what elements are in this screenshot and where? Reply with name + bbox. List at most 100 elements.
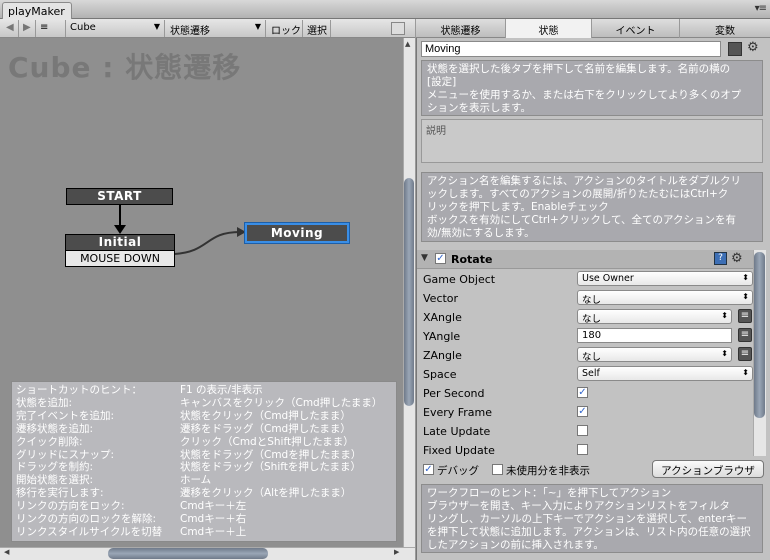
property-label: Per Second: [423, 387, 485, 400]
shortcut-hint-row: 状態を追加: キャンバスをクリック（Cmd押したまま）: [16, 397, 392, 410]
help-line: メニューを使用するか、または右下をクリックしてより多くのオプ: [427, 89, 742, 101]
property-dropdown[interactable]: Self ⬍: [577, 366, 753, 381]
select-button[interactable]: 選択: [303, 20, 331, 37]
state-name-field[interactable]: [421, 41, 721, 57]
property-label: Space: [423, 368, 457, 381]
graph-canvas[interactable]: Cube : 状態遷移 START Initial MOUSE DOWN Mov…: [0, 38, 403, 547]
shortcut-action: ドラッグを制約:: [16, 461, 94, 474]
scroll-left-arrow-icon[interactable]: ◀: [4, 548, 9, 556]
canvas-vertical-scroll-thumb[interactable]: [404, 178, 414, 406]
debug-checkbox[interactable]: ✓: [423, 464, 434, 475]
dropdown-arrows-icon: ⬍: [721, 311, 728, 320]
state-node-initial[interactable]: Initial: [65, 234, 175, 251]
tab-fsm[interactable]: 状態遷移: [416, 19, 506, 38]
shortcut-action: リンクの方向をロック:: [16, 500, 125, 513]
shortcut-action: グリッドにスナップ:: [16, 448, 115, 461]
shortcut-keys: 遷移をクリック（Altを押したまま）: [180, 487, 352, 500]
property-checkbox[interactable]: [577, 444, 588, 455]
property-label: Fixed Update: [423, 444, 495, 456]
shortcut-keys: 状態をドラッグ（Cmdを押したまま）: [180, 448, 362, 461]
state-select[interactable]: 状態遷移 ▼: [166, 20, 266, 37]
action-enabled-checkbox[interactable]: ✓: [435, 253, 446, 264]
property-checkbox[interactable]: [577, 425, 588, 436]
state-help-box: 状態を選択した後タブを押下して名前を編集します。名前の横の [設定] メニューを…: [421, 60, 763, 116]
variable-toggle-icon[interactable]: ≡: [738, 347, 752, 361]
inspector-tabs: 状態遷移 状態 イベント 変数: [416, 19, 770, 38]
arrow-head-icon: [114, 225, 126, 234]
state-color-swatch[interactable]: [728, 42, 742, 56]
shortcut-keys: 状態をクリック（Cmd押したまま）: [180, 409, 351, 422]
property-row: Per Second ✓: [423, 384, 753, 402]
window-tab[interactable]: playMaker: [2, 2, 72, 19]
action-panel: ▼ ✓ Rotate ? ⚙ Game Object Use Owner ⬍ Vect…: [417, 250, 753, 456]
hide-unused-label: 未使用分を非表示: [506, 465, 590, 477]
help-line: ボックスを有効にしてCtrl+クリックして、全てのアクションを有: [427, 214, 736, 226]
hamburger-menu-icon[interactable]: ≡: [36, 20, 66, 37]
scroll-up-arrow-icon[interactable]: ▲: [405, 40, 410, 48]
property-label: Game Object: [423, 273, 496, 286]
fsm-select[interactable]: Cube ▼: [66, 20, 165, 37]
help-line: 効/無効にするします。: [427, 227, 535, 239]
shortcut-hint-row: 移行を実行します: 遷移をクリック（Altを押したまま）: [16, 487, 392, 500]
action-properties: Game Object Use Owner ⬍ Vector なし ⬍ XAngle なし ⬍ ≡…: [417, 269, 753, 456]
action-title[interactable]: Rotate: [451, 253, 492, 266]
property-row: YAngle 180 ≡: [423, 327, 753, 345]
property-label: Late Update: [423, 425, 491, 438]
window-menu-icon[interactable]: ▾≡: [755, 3, 767, 14]
state-select-value: 状態遷移: [170, 26, 210, 37]
back-button[interactable]: ◀: [2, 20, 19, 37]
variable-toggle-icon[interactable]: ≡: [738, 328, 752, 342]
shortcut-hint-row: ショートカットのヒント： F1 の表示/非表示: [16, 384, 392, 397]
state-node-moving[interactable]: Moving: [244, 222, 350, 244]
variable-toggle-icon[interactable]: ≡: [738, 309, 752, 323]
property-dropdown[interactable]: なし ⬍: [577, 290, 753, 306]
property-row: XAngle なし ⬍ ≡: [423, 308, 753, 326]
property-label: Vector: [423, 292, 459, 305]
canvas-horizontal-scroll-thumb[interactable]: [108, 548, 268, 559]
action-help-box: アクション名を編集するには、アクションのタイトルをダブルクリ ックします。すべて…: [421, 172, 763, 242]
shortcut-action: 完了イベントを追加:: [16, 409, 115, 422]
shortcut-hint-row: ドラッグを制約: 状態をドラッグ（Shiftを押したまま）: [16, 461, 392, 474]
minimap-toggle-icon[interactable]: [391, 22, 405, 35]
debug-label: デバッグ: [437, 465, 479, 477]
state-description-field[interactable]: 説明: [421, 119, 763, 163]
shortcut-action: 移行を実行します:: [16, 487, 104, 500]
property-dropdown[interactable]: Use Owner ⬍: [577, 271, 753, 286]
property-label: ZAngle: [423, 349, 462, 362]
state-settings-gear-icon[interactable]: ⚙: [747, 40, 759, 55]
action-settings-gear-icon[interactable]: ⚙: [731, 251, 743, 266]
lock-button[interactable]: ロック: [267, 20, 303, 37]
start-node[interactable]: START: [66, 188, 173, 205]
property-dropdown[interactable]: なし ⬍: [577, 347, 732, 363]
actions-vertical-scroll-thumb[interactable]: [754, 252, 765, 418]
tab-state[interactable]: 状態: [506, 19, 592, 38]
tab-variables[interactable]: 変数: [680, 19, 770, 38]
property-text-field[interactable]: 180: [577, 328, 732, 343]
collapse-triangle-icon[interactable]: ▼: [421, 253, 428, 263]
dropdown-arrows-icon: ⬍: [742, 292, 749, 301]
scroll-right-arrow-icon[interactable]: ▶: [394, 548, 399, 556]
help-line: ションを表示します。: [427, 102, 531, 114]
shortcut-keys: キャンバスをクリック（Cmd押したまま）: [180, 396, 383, 409]
property-dropdown[interactable]: なし ⬍: [577, 309, 732, 325]
shortcut-hint-row: 開始状態を選択: ホーム: [16, 474, 392, 487]
tab-events[interactable]: イベント: [592, 19, 680, 38]
property-dropdown-value: なし: [582, 352, 602, 363]
graph-toolbar: ◀ ▶ ≡ Cube ▼ 状態遷移 ▼ ロック 選択: [0, 19, 415, 38]
shortcut-action: ショートカットのヒント：: [16, 384, 142, 396]
property-checkbox[interactable]: ✓: [577, 406, 588, 417]
shortcut-hint-row: リンクの方向のロックを解除: Cmdキー＋右: [16, 513, 392, 526]
help-line: リングし、カーソルの上下キーでアクションを選択して、enterキー: [427, 513, 748, 525]
property-checkbox[interactable]: ✓: [577, 387, 588, 398]
action-header[interactable]: ▼ ✓ Rotate ? ⚙: [417, 250, 753, 269]
shortcut-hint-row: 完了イベントを追加: 状態をクリック（Cmd押したまま）: [16, 410, 392, 423]
property-row: Every Frame ✓: [423, 403, 753, 421]
help-icon[interactable]: ?: [714, 252, 727, 265]
dropdown-arrows-icon: ⬍: [742, 273, 749, 282]
hide-unused-checkbox[interactable]: [492, 464, 503, 475]
help-line: ックします。すべてのアクションの展開/折りたたむにはCtrl+ク: [427, 188, 729, 200]
transition-event-mouse-down[interactable]: MOUSE DOWN: [65, 251, 175, 267]
action-browser-button[interactable]: アクションブラウザ: [652, 460, 764, 478]
forward-button[interactable]: ▶: [19, 20, 36, 37]
shortcut-hint-row: 遷移状態を追加: 遷移をドラッグ（Cmd押したまま）: [16, 423, 392, 436]
